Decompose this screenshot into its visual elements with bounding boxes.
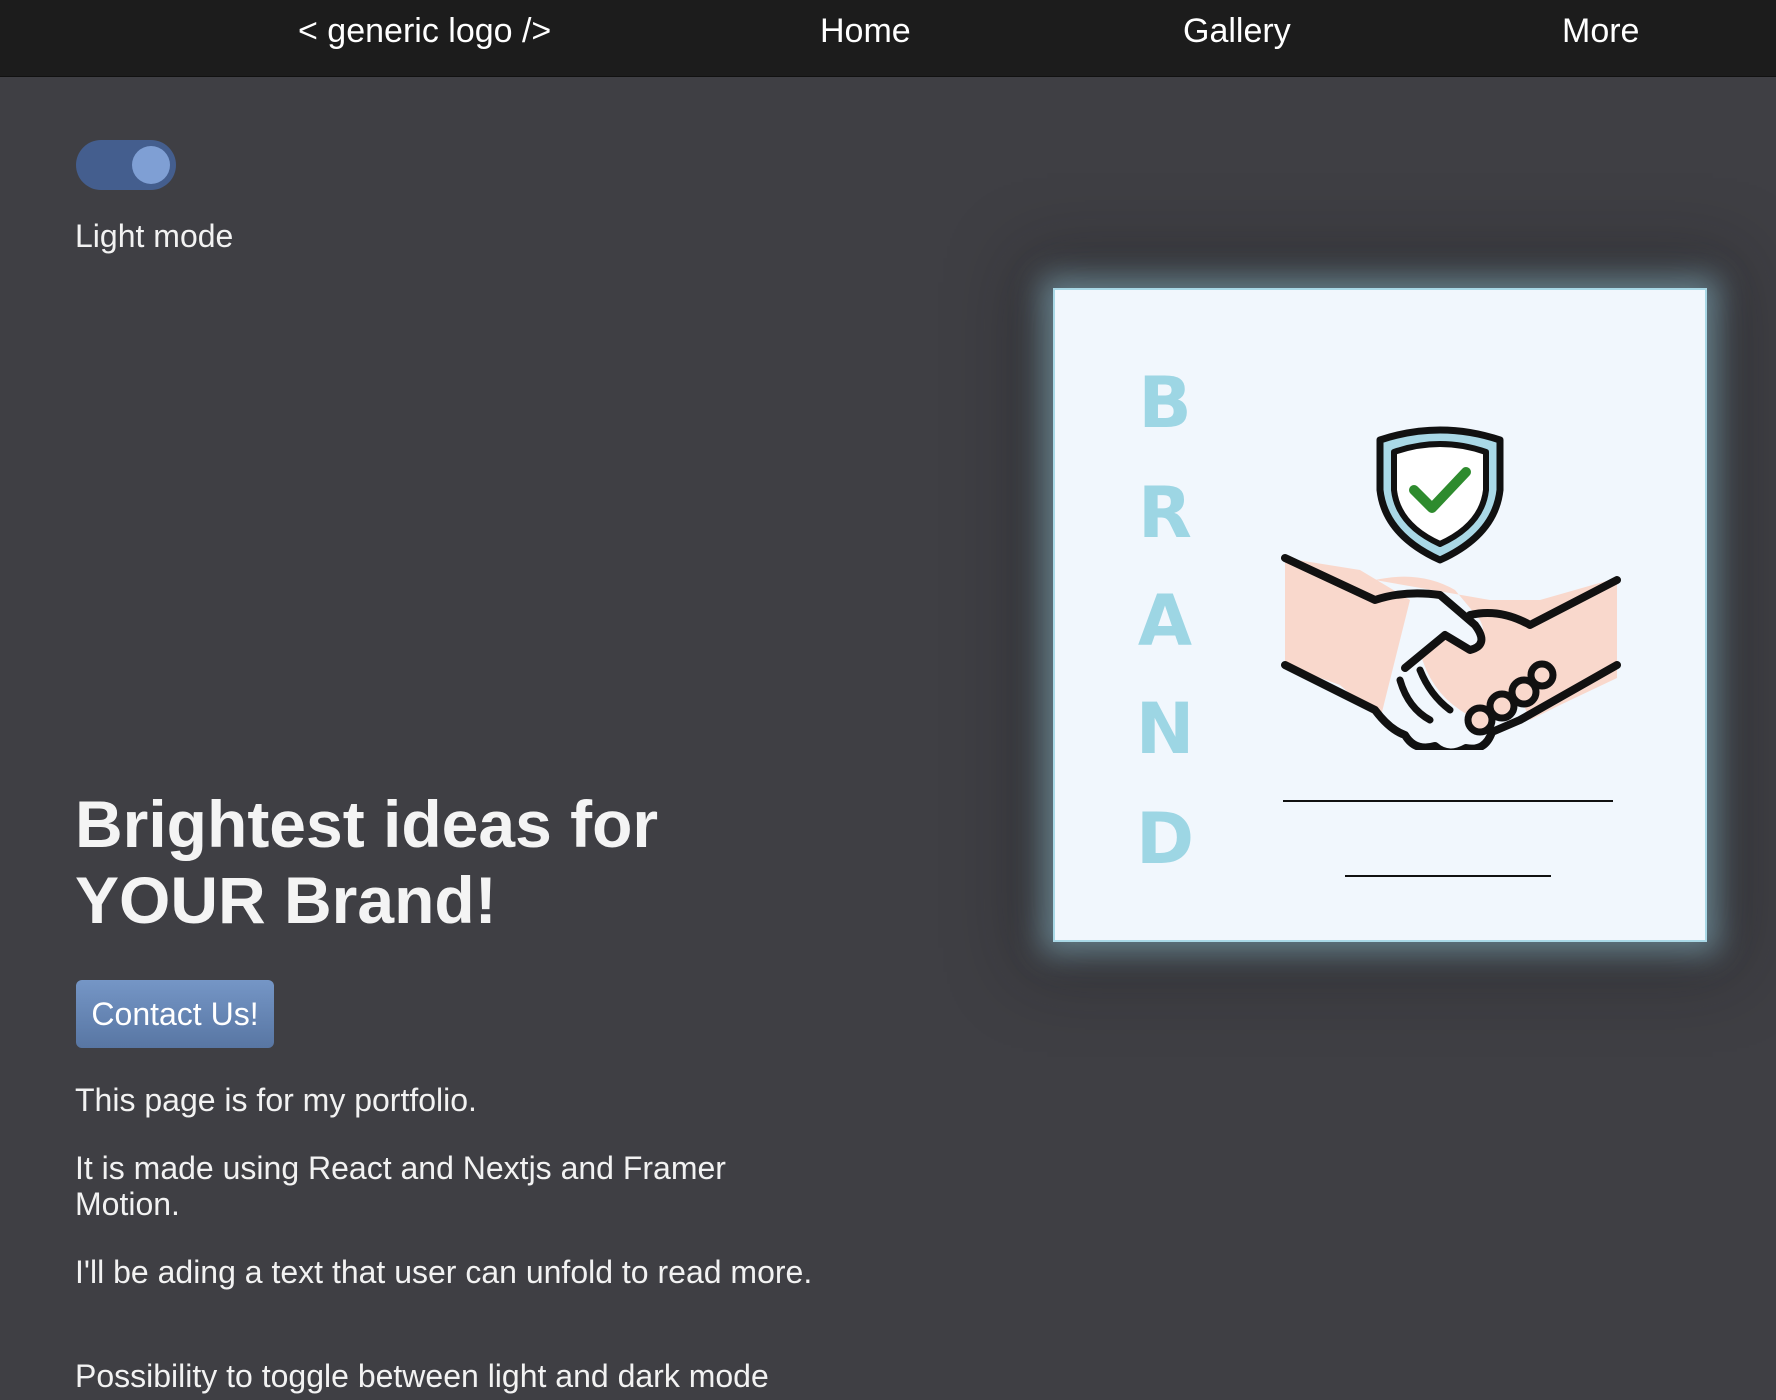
nav-link-gallery[interactable]: Gallery (1183, 0, 1291, 64)
theme-toggle-switch[interactable] (76, 140, 176, 190)
hero-headline-line-2: YOUR Brand! (75, 863, 497, 937)
hero-paragraph: I'll be ading a text that user can unfol… (75, 1254, 813, 1290)
toggle-knob (132, 146, 170, 184)
hero-paragraph: Possibility to toggle between light and … (75, 1358, 769, 1394)
shield-check-icon (1376, 426, 1504, 564)
nav-link-home[interactable]: Home (820, 0, 911, 64)
brand-letter-b: B (1138, 362, 1192, 444)
brand-letter-d: D (1135, 798, 1195, 880)
signature-line (1345, 875, 1551, 877)
top-navbar: < generic logo /> Home Gallery More (0, 0, 1776, 77)
brand-illustration-card: B R A N D (1053, 288, 1707, 942)
contact-us-button[interactable]: Contact Us! (76, 980, 274, 1048)
nav-link-more[interactable]: More (1562, 0, 1639, 64)
handshake-icon (1281, 426, 1621, 750)
theme-toggle-label: Light mode (75, 218, 234, 254)
brand-letter-n: N (1135, 688, 1195, 770)
brand-letter-r: R (1138, 472, 1192, 554)
hero-headline-line-1: Brightest ideas for (75, 787, 659, 861)
hero-headline: Brightest ideas for YOUR Brand! (75, 786, 715, 938)
signature-line (1283, 800, 1613, 802)
hero-paragraph: It is made using React and Nextjs and Fr… (75, 1150, 726, 1222)
brand-letter-a: A (1137, 580, 1193, 662)
hero-paragraph: This page is for my portfolio. (75, 1082, 477, 1118)
site-logo[interactable]: < generic logo /> (298, 0, 551, 64)
